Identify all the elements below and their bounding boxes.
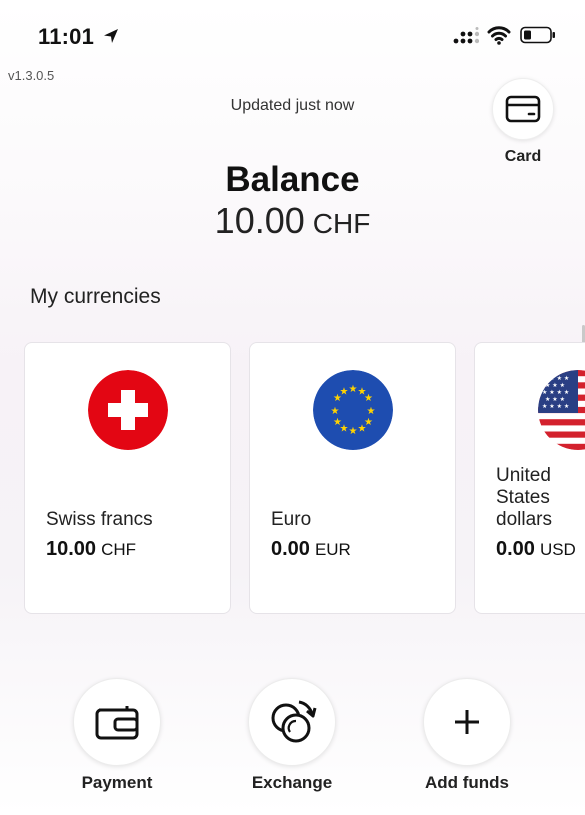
currency-name: Swiss francs bbox=[46, 509, 153, 530]
my-currencies-heading: My currencies bbox=[30, 285, 161, 308]
svg-text:★ ★ ★ ★: ★ ★ ★ ★ bbox=[542, 403, 569, 410]
battery-icon bbox=[520, 26, 555, 44]
status-time: 11:01 bbox=[38, 24, 95, 49]
currency-code: CHF bbox=[101, 540, 137, 559]
svg-text:★ ★ ★: ★ ★ ★ bbox=[545, 382, 565, 389]
svg-text:★: ★ bbox=[349, 426, 358, 437]
currency-card-chf[interactable]: Swiss francs 10.00 CHF bbox=[24, 342, 231, 614]
wallet-icon bbox=[95, 706, 139, 740]
credit-card-icon bbox=[505, 95, 541, 123]
balance-value: 10.00 bbox=[214, 200, 305, 241]
currency-amount: 0.00 EUR bbox=[271, 538, 351, 561]
svg-text:★: ★ bbox=[358, 424, 367, 435]
swiss-flag-icon bbox=[88, 370, 168, 450]
balance-currency: CHF bbox=[312, 208, 371, 239]
exchange-coins-icon bbox=[271, 700, 317, 743]
app-version: v1.3.0.5 bbox=[8, 68, 55, 83]
currency-value: 10.00 bbox=[46, 538, 97, 560]
exchange-action[interactable]: Exchange bbox=[248, 678, 336, 792]
location-arrow-icon bbox=[104, 29, 118, 43]
svg-text:★ ★ ★: ★ ★ ★ bbox=[545, 396, 565, 403]
add-funds-label[interactable]: Add funds bbox=[393, 773, 541, 793]
cellular-signal-icon bbox=[453, 27, 479, 44]
currency-card-usd[interactable]: ★ ★ ★ ★ ★ ★ ★ ★ ★ ★ ★ ★ ★ ★ ★ ★ ★ ★ United… bbox=[474, 342, 585, 614]
updated-status: Updated just now bbox=[230, 97, 355, 114]
card-button[interactable] bbox=[492, 78, 554, 140]
card-label[interactable]: Card bbox=[492, 148, 554, 166]
currency-value: 0.00 bbox=[271, 538, 310, 560]
currency-value: 0.00 bbox=[496, 538, 535, 560]
svg-text:★ ★ ★ ★: ★ ★ ★ ★ bbox=[542, 375, 569, 382]
currency-code: EUR bbox=[314, 540, 351, 559]
add-funds-button[interactable] bbox=[423, 678, 511, 766]
payment-label[interactable]: Payment bbox=[43, 773, 191, 793]
balance-amount: 10.00 CHF bbox=[150, 200, 435, 242]
payment-button[interactable] bbox=[73, 678, 161, 766]
svg-text:★ ★ ★ ★: ★ ★ ★ ★ bbox=[542, 389, 569, 396]
balance-title: Balance bbox=[225, 160, 360, 199]
currency-amount: 0.00 USD bbox=[496, 538, 576, 561]
eu-flag-icon: ★ ★ ★ ★ ★ ★ ★ ★ ★ ★ ★ ★ bbox=[313, 370, 393, 450]
currency-code: USD bbox=[539, 540, 576, 559]
plus-icon bbox=[455, 710, 479, 734]
wifi-icon bbox=[487, 26, 511, 45]
currency-card-eur[interactable]: ★ ★ ★ ★ ★ ★ ★ ★ ★ ★ ★ ★ Euro 0.00 EUR bbox=[249, 342, 456, 614]
exchange-label[interactable]: Exchange bbox=[218, 773, 366, 793]
currency-name: Euro bbox=[271, 509, 312, 530]
svg-text:★: ★ bbox=[331, 406, 340, 417]
svg-text:★: ★ bbox=[349, 384, 358, 395]
svg-text:★: ★ bbox=[364, 393, 373, 404]
svg-text:★: ★ bbox=[340, 387, 349, 398]
us-flag-icon: ★ ★ ★ ★ ★ ★ ★ ★ ★ ★ ★ ★ ★ ★ ★ ★ ★ ★ bbox=[538, 370, 585, 450]
payment-action[interactable]: Payment bbox=[73, 678, 161, 792]
svg-text:★: ★ bbox=[367, 406, 376, 417]
svg-text:★: ★ bbox=[333, 417, 342, 428]
add-funds-action[interactable]: Add funds bbox=[423, 678, 511, 792]
currency-name: United States dollars bbox=[496, 465, 552, 530]
exchange-button[interactable] bbox=[248, 678, 336, 766]
currency-amount: 10.00 CHF bbox=[46, 538, 136, 561]
